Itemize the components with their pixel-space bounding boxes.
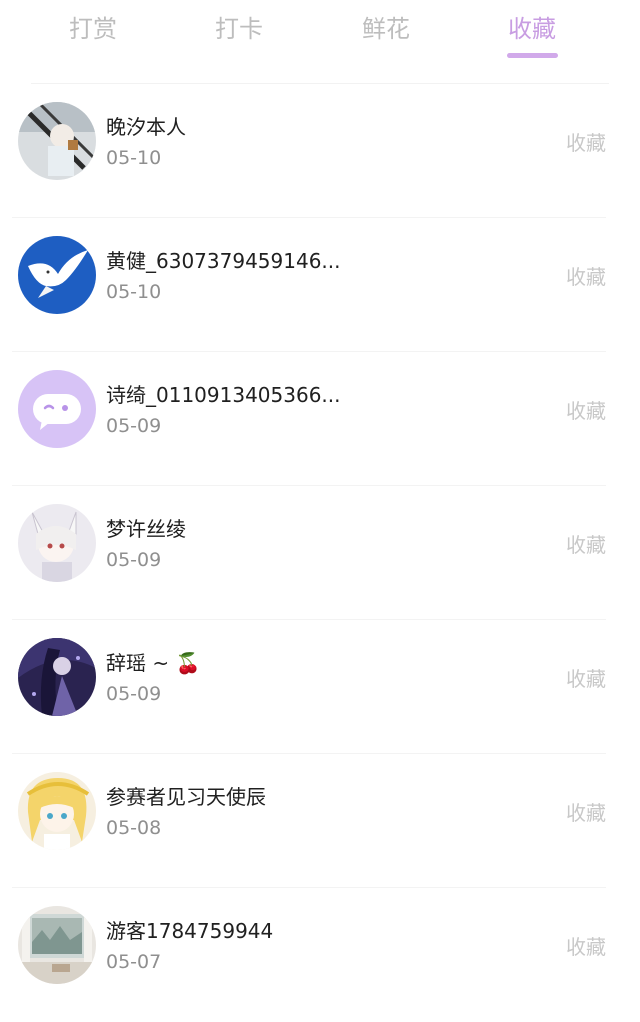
date-label: 05-09: [106, 549, 162, 571]
date-label: 05-07: [106, 951, 162, 973]
user-name: 诗绮_0110913405366...: [106, 383, 341, 407]
user-name: 游客1784759944: [106, 919, 274, 943]
user-name: 辞瑶 ~ 🍒: [106, 651, 201, 675]
favorite-button[interactable]: 收藏: [566, 398, 606, 424]
date-label: 05-10: [106, 281, 162, 303]
date-label: 05-08: [106, 817, 162, 839]
user-name: 梦许丝绫: [106, 517, 186, 541]
date-label: 05-09: [106, 415, 162, 437]
list-item[interactable]: 黄健_6307379459146... 05-10 收藏: [0, 218, 640, 352]
user-name: 黄健_6307379459146...: [106, 249, 341, 273]
favorites-list: 晚汐本人 05-10 收藏 黄健_6307379459146... 05-10 …: [0, 84, 640, 1022]
list-item[interactable]: 辞瑶 ~ 🍒 05-09 收藏: [0, 620, 640, 754]
list-item[interactable]: 晚汐本人 05-10 收藏: [0, 84, 640, 218]
favorite-button[interactable]: 收藏: [566, 532, 606, 558]
list-item[interactable]: 诗绮_0110913405366... 05-09 收藏: [0, 352, 640, 486]
room-photo-avatar[interactable]: [18, 906, 96, 984]
active-tab-indicator: [507, 53, 558, 58]
tab-checkin[interactable]: 打卡: [179, 14, 299, 44]
favorite-button[interactable]: 收藏: [566, 264, 606, 290]
tab-flowers[interactable]: 鲜花: [326, 14, 446, 44]
anime-avatar[interactable]: [18, 504, 96, 582]
list-item[interactable]: 梦许丝绫 05-09 收藏: [0, 486, 640, 620]
dove-avatar[interactable]: [18, 236, 96, 314]
favorite-button[interactable]: 收藏: [566, 934, 606, 960]
dark-anime-avatar[interactable]: [18, 638, 96, 716]
date-label: 05-09: [106, 683, 162, 705]
tab-favorites[interactable]: 收藏: [472, 14, 592, 44]
photo-avatar[interactable]: [18, 102, 96, 180]
user-name: 参赛者见习天使辰: [106, 785, 266, 809]
user-name: 晚汐本人: [106, 115, 186, 139]
tab-reward[interactable]: 打赏: [33, 14, 153, 44]
list-item[interactable]: 游客1784759944 05-07 收藏: [0, 888, 640, 1022]
favorite-button[interactable]: 收藏: [566, 666, 606, 692]
favorite-button[interactable]: 收藏: [566, 800, 606, 826]
favorite-button[interactable]: 收藏: [566, 130, 606, 156]
blonde-anime-avatar[interactable]: [18, 772, 96, 850]
tab-bar: 打赏 打卡 鲜花 收藏: [0, 0, 640, 66]
date-label: 05-10: [106, 147, 162, 169]
list-item[interactable]: 参赛者见习天使辰 05-08 收藏: [0, 754, 640, 888]
default-chat-avatar[interactable]: [18, 370, 96, 448]
